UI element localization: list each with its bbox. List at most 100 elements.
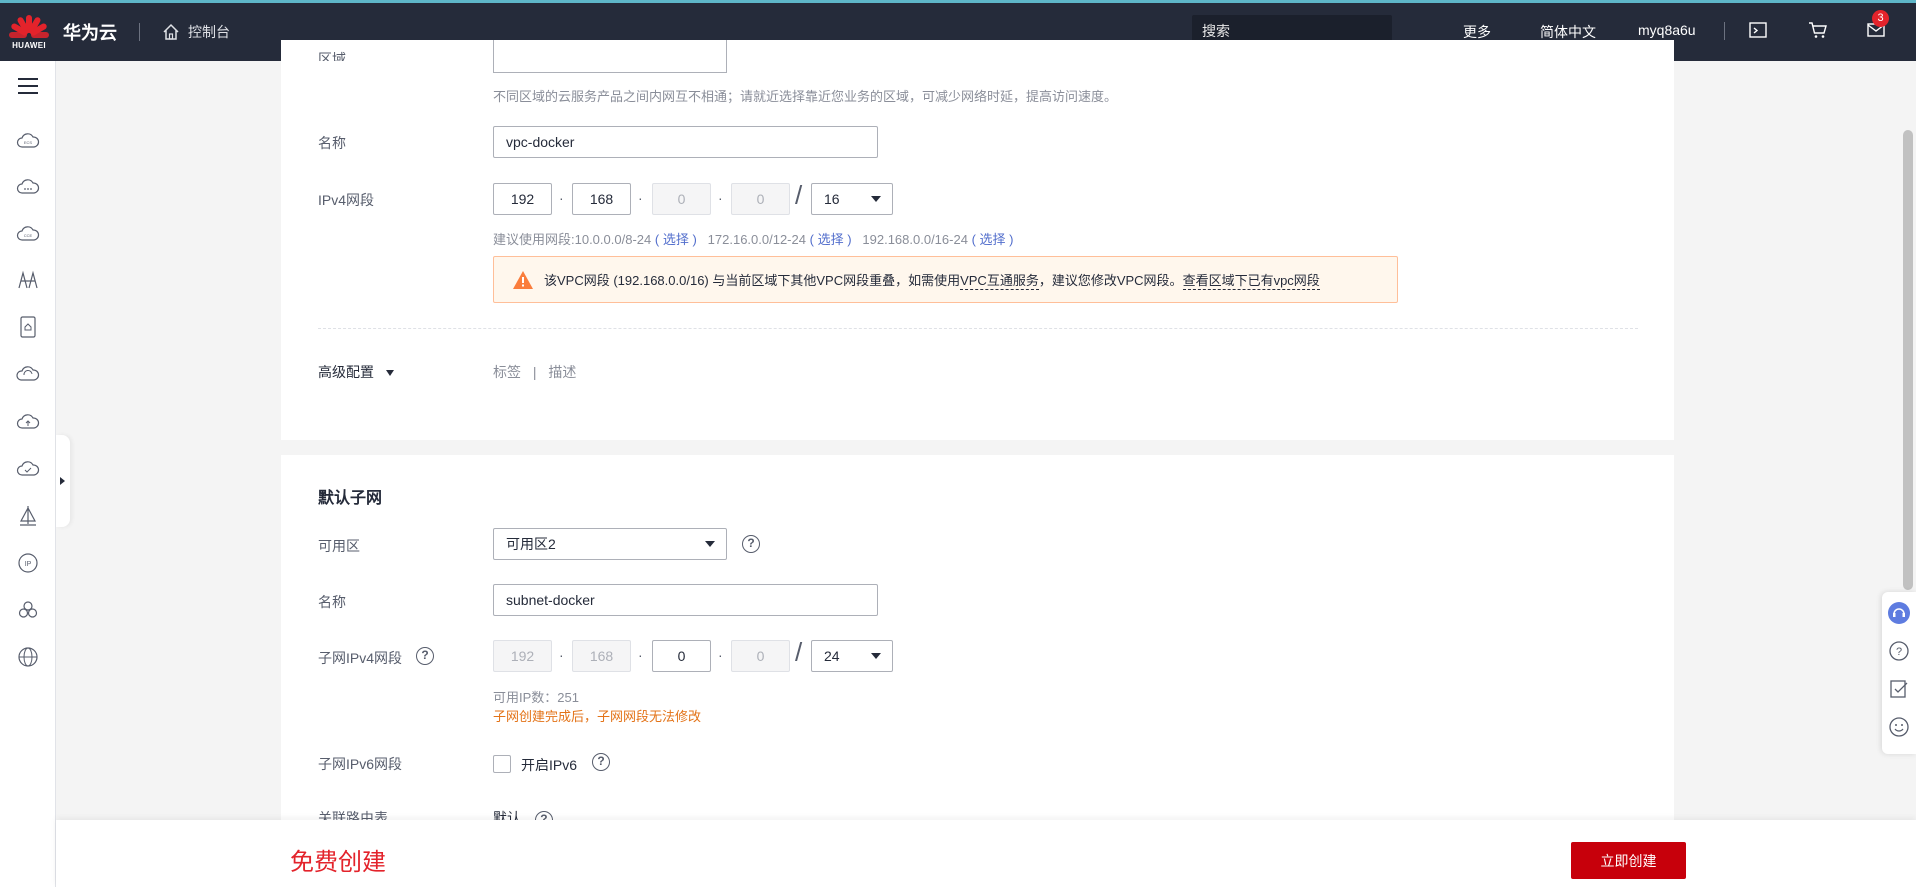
sidebar-expand-toggle[interactable] [56, 435, 70, 527]
advanced-config-toggle[interactable]: 高级配置 [318, 362, 394, 382]
subnet-section-title: 默认子网 [318, 490, 383, 507]
divider [139, 23, 140, 41]
route-table-label: 关联路由表 [318, 810, 388, 820]
subnet-ipv6-label: 子网IPv6网段 [318, 756, 403, 772]
create-now-button[interactable]: 立即创建 [1571, 842, 1686, 879]
help-icon[interactable]: ? [742, 535, 760, 553]
octet-separator: · [718, 647, 723, 663]
cce-cloud-icon[interactable]: CCE [16, 222, 40, 246]
feedback-icon[interactable] [1888, 678, 1910, 700]
cloud-sync-icon[interactable] [16, 362, 40, 386]
divider [1724, 22, 1725, 40]
subnet-immutable-warning: 子网创建完成后，子网网段无法修改 [493, 709, 702, 724]
az-value: 可用区2 [506, 536, 556, 552]
select-close-paren: ) [692, 232, 697, 247]
terminal-icon[interactable] [1748, 20, 1768, 40]
chevron-down-icon [705, 541, 715, 547]
octet-separator: · [638, 190, 643, 206]
vpc-peering-link[interactable]: VPC互通服务 [960, 270, 1039, 290]
subnet-name-input[interactable] [493, 584, 878, 616]
link-separator: | [532, 364, 537, 380]
subnet-octet-3-input[interactable] [652, 640, 711, 672]
select-open-paren: ( [654, 232, 660, 247]
help-icon[interactable]: ? [534, 811, 553, 820]
cloud-check-icon[interactable] [16, 457, 40, 481]
subnet-octet-4-input [731, 640, 790, 672]
warning-text-2: ，建议您修改VPC网段。 [1038, 273, 1183, 288]
suggest-3-text: 192.168.0.0/16-24 [862, 232, 968, 247]
vpc-name-input[interactable] [493, 126, 878, 158]
network-icon[interactable] [16, 268, 40, 292]
tag-link[interactable]: 标签 [493, 364, 521, 380]
enable-ipv6-label[interactable]: 开启IPv6 [521, 755, 577, 775]
sail-icon[interactable] [16, 504, 40, 528]
advanced-config-label: 高级配置 [318, 364, 374, 380]
az-select[interactable]: 可用区2 [493, 528, 727, 560]
notification-badge: 3 [1872, 10, 1889, 27]
menu-icon[interactable] [16, 74, 40, 98]
huawei-logo[interactable]: HUAWEI [0, 14, 58, 50]
bottom-action-bar: 免费创建 立即创建 [56, 820, 1916, 887]
console-link[interactable]: 控制台 [162, 22, 230, 42]
octet-separator: · [559, 647, 564, 663]
suggest-2-text: 172.16.0.0/12-24 [707, 232, 806, 247]
service-sidebar: ECS CCE IP [0, 61, 56, 887]
ipv4-octet-2-input[interactable] [572, 183, 631, 215]
octet-separator: · [718, 190, 723, 206]
language-switch[interactable]: 简体中文 [1540, 22, 1596, 42]
scrollbar-thumb[interactable] [1903, 130, 1913, 590]
suggest-2-select-link[interactable]: 选择 [818, 232, 844, 247]
user-menu[interactable]: myq8a6u [1638, 22, 1696, 38]
region-label: 区域 [318, 51, 346, 61]
chevron-down-icon [871, 653, 881, 659]
more-menu[interactable]: 更多 [1463, 22, 1491, 42]
octet-separator: · [638, 647, 643, 663]
subnet-name-label: 名称 [318, 594, 346, 610]
cloud-name[interactable]: 华为云 [63, 19, 117, 45]
help-icon[interactable]: ? [416, 647, 434, 665]
subnet-mask-value: 24 [824, 648, 840, 664]
ip-icon[interactable]: IP [16, 551, 40, 575]
az-label: 可用区 [318, 538, 360, 554]
help-icon[interactable]: ? [592, 753, 610, 771]
floating-help-toolbar: ? [1882, 592, 1916, 754]
help-icon[interactable]: ? [1888, 640, 1910, 662]
cloud-more-icon[interactable] [16, 175, 40, 199]
mask-slash: / [795, 637, 803, 667]
smiley-icon[interactable] [1888, 716, 1910, 738]
enable-ipv6-checkbox[interactable] [493, 755, 511, 773]
select-close-paren: ) [847, 232, 852, 247]
cart-icon[interactable] [1808, 20, 1828, 40]
ecs-cloud-icon[interactable]: ECS [16, 129, 40, 153]
customer-service-icon[interactable] [1888, 602, 1910, 624]
search-input[interactable] [1202, 22, 1383, 39]
cluster-icon[interactable] [16, 598, 40, 622]
view-existing-vpc-link[interactable]: 查看区域下已有vpc网段 [1182, 270, 1320, 290]
globe-icon[interactable] [16, 645, 40, 669]
warning-text-1: 该VPC网段 (192.168.0.0/16) 与当前区域下其他VPC网段重叠，… [544, 273, 961, 288]
region-select[interactable] [493, 40, 727, 73]
suggest-1-select-link[interactable]: 选择 [663, 232, 689, 247]
suggest-3-select-link[interactable]: 选择 [980, 232, 1006, 247]
cidr-suggestions: 建议使用网段:10.0.0.0/8-24 ( 选择 ) 172.16.0.0/1… [493, 229, 1014, 248]
console-label: 控制台 [188, 24, 230, 40]
select-close-paren: ) [1009, 232, 1014, 247]
cloud-upload-icon[interactable] [16, 410, 40, 434]
subnet-octet-2-input [572, 640, 631, 672]
storage-icon[interactable] [16, 315, 40, 339]
ipv4-octet-3-input [652, 183, 711, 215]
description-link[interactable]: 描述 [548, 364, 576, 380]
svg-text:ECS: ECS [24, 140, 33, 145]
subnet-octet-1-input [493, 640, 552, 672]
ipv4-octet-1-input[interactable] [493, 183, 552, 215]
mask-slash: / [795, 180, 803, 210]
subnet-ipv4-label: 子网IPv4网段 [318, 650, 403, 666]
route-table-value-row: 默认 ? [493, 808, 573, 820]
chevron-down-icon [871, 196, 881, 202]
ipv4-octet-4-input [731, 183, 790, 215]
section-divider [318, 328, 1638, 329]
caret-right-icon [60, 477, 65, 485]
warning-icon [513, 270, 533, 289]
advanced-links: 标签 | 描述 [493, 362, 576, 382]
caret-down-icon [385, 370, 394, 377]
